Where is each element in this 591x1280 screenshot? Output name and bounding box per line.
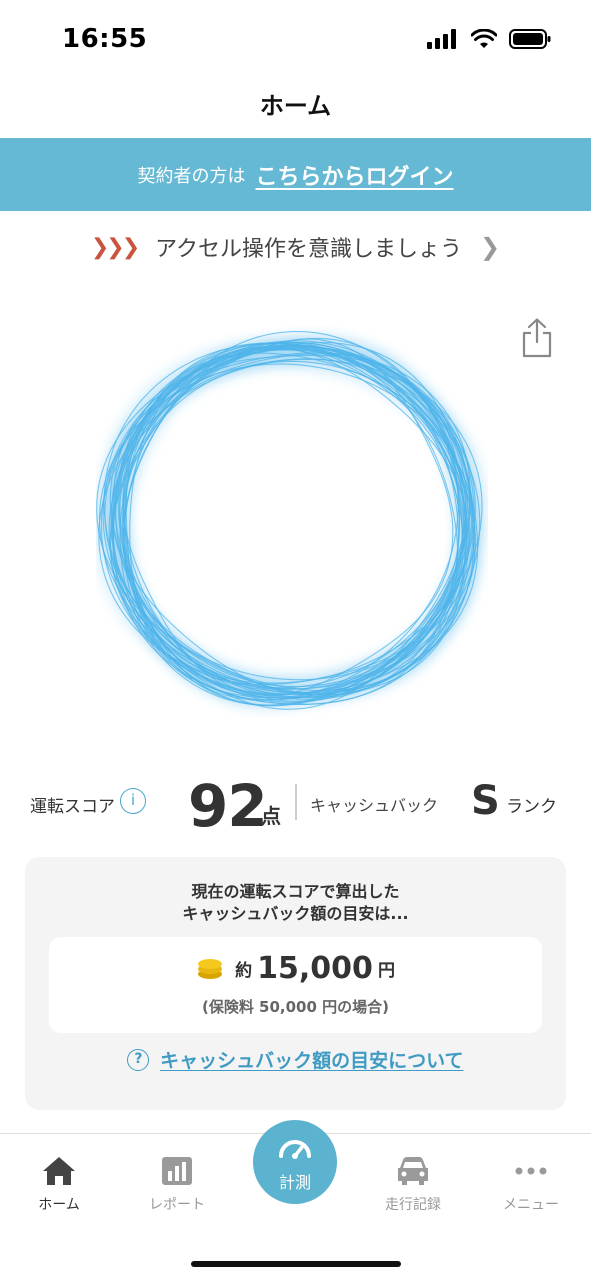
score-unit: 点	[261, 804, 281, 828]
cashback-heading-line2: キャッシュバック額の目安は...	[182, 904, 409, 923]
chevron-right-icon: ❯	[480, 233, 501, 261]
tab-menu-label: メニュー	[503, 1197, 559, 1213]
driving-tip-text: アクセル操作を意識しましょう	[155, 237, 463, 262]
cashback-prefix: 約	[235, 961, 253, 981]
cashback-estimate: 約 15,000 円	[49, 951, 542, 986]
coin-icon	[197, 958, 222, 979]
speedometer-icon	[279, 1140, 311, 1159]
more-icon	[515, 1167, 547, 1175]
score-row: 運転スコア i 92 点 キャッシュバック S ランク	[0, 770, 591, 840]
share-icon[interactable]	[518, 318, 556, 358]
tab-report[interactable]: レポート	[118, 1154, 236, 1214]
login-prefix: 契約者の方は	[137, 165, 246, 187]
status-bar: 16:55	[0, 0, 591, 80]
tab-driving-log-label: 走行記録	[385, 1197, 441, 1213]
tab-home-label: ホーム	[38, 1197, 80, 1213]
cashback-card: 現在の運転スコアで算出した キャッシュバック額の目安は... 約 15,000 …	[25, 857, 566, 1110]
triple-chevron-icon: ❯❯❯	[90, 234, 140, 260]
cashback-unit: 円	[378, 961, 396, 981]
cashback-estimate-box: 約 15,000 円 (保険料 50,000 円の場合)	[49, 937, 542, 1033]
score-value: 92	[188, 772, 268, 840]
battery-icon	[509, 29, 551, 49]
status-icons	[427, 28, 551, 50]
score-label: 運転スコア	[30, 797, 115, 817]
measure-label: 計測	[278, 1173, 311, 1192]
cashback-amount: 15,000	[257, 951, 373, 986]
tab-driving-log[interactable]: 走行記録	[354, 1154, 472, 1214]
cashback-about-label: キャッシュバック額の目安について	[160, 1050, 464, 1072]
cashback-label: キャッシュバック	[310, 796, 439, 815]
home-icon	[43, 1157, 75, 1185]
score-ring	[94, 326, 488, 718]
bar-chart-icon	[162, 1157, 192, 1185]
login-banner[interactable]: 契約者の方は こちらからログイン	[0, 138, 591, 211]
car-icon	[398, 1157, 428, 1185]
rank-unit: ランク	[506, 797, 557, 817]
page-title: ホーム	[259, 92, 332, 120]
info-icon[interactable]: i	[120, 788, 146, 814]
cashback-note: (保険料 50,000 円の場合)	[201, 998, 390, 1016]
cashback-heading: 現在の運転スコアで算出した キャッシュバック額の目安は...	[25, 881, 566, 925]
cashback-about-link[interactable]: ? キャッシュバック額の目安について	[25, 1046, 566, 1073]
driving-tip-row[interactable]: ❯❯❯ アクセル操作を意識しましょう ❯	[0, 224, 591, 270]
help-icon: ?	[127, 1048, 150, 1071]
signal-icon	[427, 29, 456, 49]
home-indicator	[191, 1261, 401, 1267]
status-time: 16:55	[62, 24, 148, 54]
measure-button[interactable]: 計測	[253, 1120, 337, 1204]
score-ring-graphic	[94, 331, 486, 710]
tab-bar: ホーム レポート 計測 走行記録 メニュー	[0, 1120, 591, 1280]
cashback-heading-line1: 現在の運転スコアで算出した	[191, 882, 400, 901]
tab-menu[interactable]: メニュー	[472, 1154, 590, 1214]
home-screen: 16:55 ホーム 契約者の方は こちらからログイン ❯❯❯ アクセル操作を意識…	[0, 0, 591, 1280]
login-link[interactable]: こちらからログイン	[255, 159, 453, 191]
divider	[295, 784, 297, 820]
tab-home[interactable]: ホーム	[0, 1154, 118, 1214]
tab-report-label: レポート	[149, 1197, 205, 1213]
wifi-icon	[471, 29, 497, 48]
rank-value: S	[471, 778, 500, 824]
